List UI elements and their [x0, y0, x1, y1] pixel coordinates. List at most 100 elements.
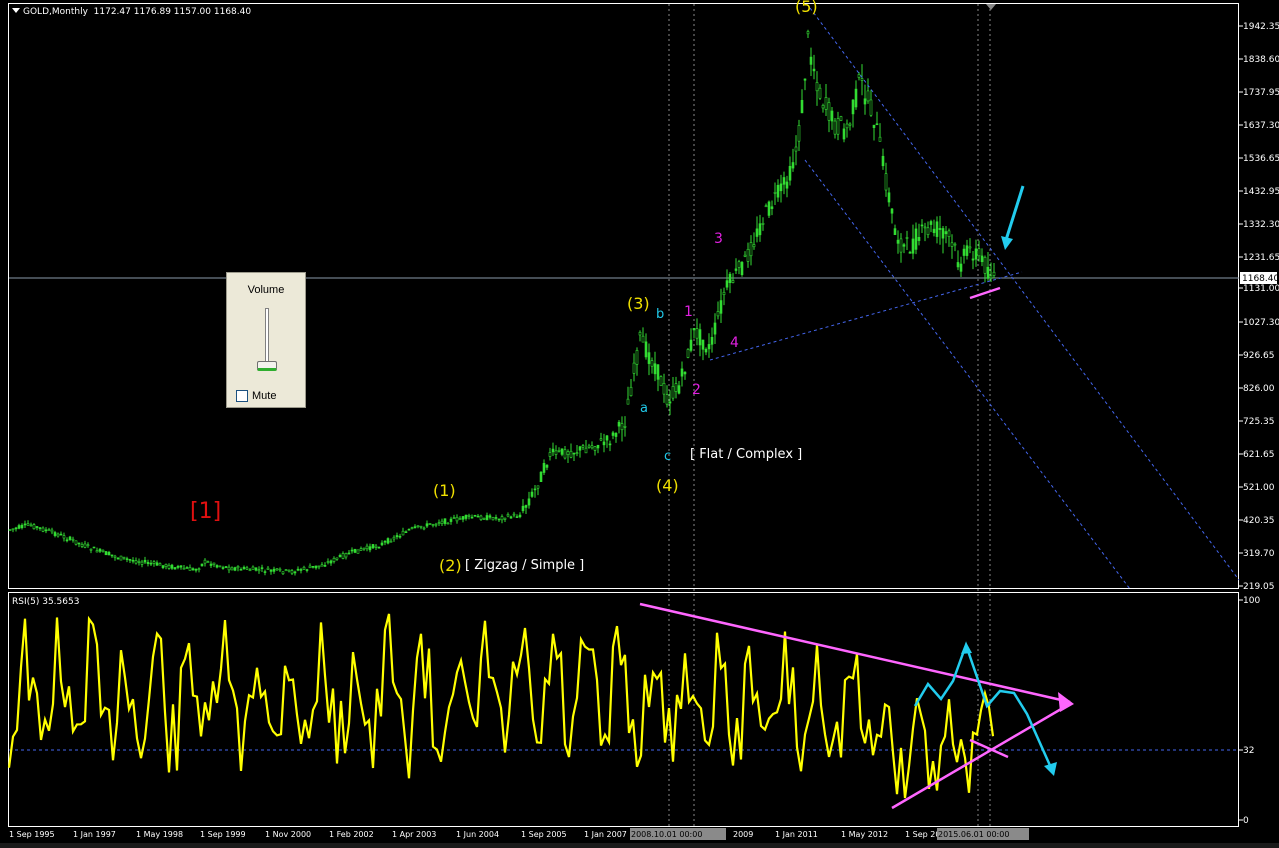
candle-body: [788, 165, 792, 181]
volume-slider-thumb[interactable]: [257, 361, 277, 371]
time-label: 1 Sep 2005: [521, 830, 567, 839]
volume-panel[interactable]: Volume Mute: [226, 272, 306, 408]
price-label: 1432.95: [1243, 187, 1279, 197]
candle-body: [269, 569, 273, 572]
candle-body: [314, 565, 318, 569]
candle-body: [11, 528, 15, 531]
candle-body: [959, 263, 963, 272]
wave-label: b: [656, 307, 664, 322]
candle-body: [137, 561, 141, 563]
rsi-line-group: [7, 613, 995, 799]
candle-body: [512, 513, 516, 516]
candle-body: [869, 99, 873, 116]
candle-body: [56, 533, 60, 537]
candle-body: [767, 201, 771, 216]
candle-body: [236, 565, 240, 569]
rsi-axis-label: 32: [1243, 746, 1254, 756]
candle-body: [818, 87, 822, 99]
candle-body: [692, 328, 696, 331]
mute-checkbox[interactable]: [236, 390, 248, 402]
candle-body: [980, 255, 984, 263]
wave-label: a: [640, 401, 648, 416]
candle-body: [782, 177, 786, 185]
price-candles: [8, 29, 996, 576]
candle-body: [29, 524, 33, 527]
candle-body: [944, 231, 948, 235]
candle-body: [344, 553, 348, 558]
candle-body: [728, 273, 732, 283]
candle-body: [821, 105, 825, 109]
candle-body: [68, 536, 72, 540]
candle-body: [389, 540, 393, 543]
candle-body: [587, 445, 591, 448]
down-arrow-shaft: [1004, 185, 1025, 241]
time-label: 2008.10.01 00:00: [631, 830, 702, 839]
candle-body: [827, 102, 831, 121]
price-label: 219.05: [1243, 582, 1275, 592]
menu-triangle-icon[interactable]: [12, 8, 20, 13]
candle-body: [362, 547, 366, 550]
candle-body: [404, 531, 408, 534]
candle-body: [410, 527, 414, 530]
candle-body: [251, 566, 255, 570]
candle-body: [398, 535, 402, 538]
candle-body: [809, 56, 813, 65]
chart-window[interactable]: 1942.35 1838.60 1737.95 1637.30 1536.65 1432.…: [0, 0, 1279, 848]
mute-label: Mute: [252, 390, 277, 402]
candle-body: [908, 251, 912, 254]
candle-body: [530, 491, 534, 497]
candle-body: [374, 545, 378, 548]
candle-body: [686, 349, 690, 358]
candle-body: [518, 514, 522, 518]
candle-body: [167, 565, 171, 569]
wave-label: c: [664, 449, 671, 464]
candle-body: [776, 184, 780, 198]
candle-body: [752, 244, 756, 248]
candle-body: [173, 567, 177, 570]
candle-body: [878, 136, 882, 142]
candle-body: [707, 344, 711, 350]
time-label: 1 May 2012: [841, 830, 888, 839]
candle-body: [605, 435, 609, 441]
candle-body: [239, 569, 243, 571]
candle-body: [743, 254, 747, 257]
candle-body: [209, 563, 213, 566]
price-label: 826.00: [1243, 384, 1275, 394]
candle-body: [527, 498, 531, 506]
candle-body: [938, 228, 942, 230]
candle-body: [338, 554, 342, 558]
candle-body: [836, 118, 840, 135]
candle-body: [176, 566, 180, 568]
candle-body: [179, 565, 183, 568]
candle-body: [452, 517, 456, 519]
candle-body: [698, 329, 702, 346]
candle-body: [413, 526, 417, 529]
status-strip: [0, 843, 1279, 848]
price-label: 1942.35: [1243, 22, 1279, 32]
candle-body: [155, 562, 159, 566]
candle-body: [356, 549, 360, 554]
candle-body: [233, 567, 237, 571]
candle-body: [509, 516, 513, 519]
candle-body: [302, 566, 306, 570]
drawing-objects[interactable]: [639, 7, 1240, 810]
candle-body: [599, 438, 603, 441]
candle-body: [725, 280, 729, 288]
candle-body: [986, 266, 990, 279]
candle-body: [395, 535, 399, 538]
rsi-line: [7, 613, 995, 799]
candle-body: [785, 181, 789, 189]
candle-body: [380, 542, 384, 546]
candle-body: [965, 245, 969, 256]
candle-body: [122, 556, 126, 559]
candle-body: [563, 449, 567, 459]
candle-body: [80, 544, 84, 547]
candle-body: [377, 546, 381, 549]
candle-body: [182, 567, 186, 570]
time-label: 1 Jan 2011: [775, 830, 818, 839]
candle-body: [245, 567, 249, 570]
candle-body: [638, 331, 642, 336]
candle-body: [23, 523, 27, 526]
candle-body: [911, 238, 915, 254]
candle-body: [746, 249, 750, 262]
